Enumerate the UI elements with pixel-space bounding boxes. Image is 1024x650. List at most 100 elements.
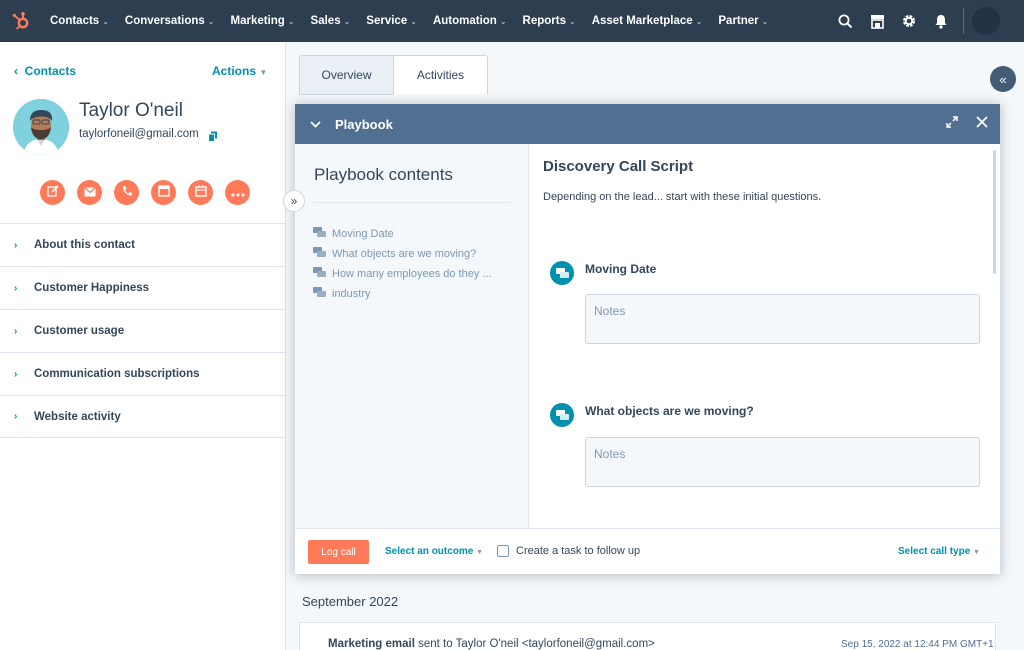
section-customer-usage[interactable]: › Customer usage bbox=[0, 309, 285, 352]
chevron-down-icon: ⌄ bbox=[102, 16, 109, 26]
marketplace-icon[interactable] bbox=[861, 0, 893, 42]
meeting-button[interactable] bbox=[188, 180, 213, 205]
search-icon[interactable] bbox=[829, 0, 861, 42]
playbook-contents-list: Moving Date What objects are we moving? … bbox=[313, 224, 492, 304]
nav-sales[interactable]: Sales ⌄ bbox=[303, 15, 359, 27]
nav-divider bbox=[963, 8, 964, 34]
question-icon bbox=[550, 403, 574, 427]
expand-icon[interactable] bbox=[946, 115, 958, 133]
chevron-right-icon: › bbox=[14, 411, 18, 422]
nav-automation[interactable]: Automation ⌄ bbox=[425, 15, 515, 27]
section-label: Website activity bbox=[34, 410, 121, 423]
contents-item-label: industry bbox=[332, 288, 371, 300]
back-to-contacts-link[interactable]: ‹ Contacts bbox=[14, 64, 76, 78]
tab-overview[interactable]: Overview bbox=[299, 55, 393, 95]
user-avatar[interactable] bbox=[972, 7, 1000, 35]
collapse-playbook-button[interactable] bbox=[295, 120, 335, 128]
chevron-down-icon bbox=[309, 120, 321, 128]
follow-up-label: Create a task to follow up bbox=[516, 545, 641, 557]
collapse-sidebar-button[interactable]: « bbox=[990, 66, 1016, 92]
question-label: What objects are we moving? bbox=[585, 404, 754, 418]
note-button[interactable] bbox=[40, 180, 65, 205]
nav-label: Contacts bbox=[50, 15, 100, 27]
activity-date: Sep 15, 2022 at 12:44 PM GMT+1 bbox=[841, 639, 994, 650]
contents-item-label: What objects are we moving? bbox=[332, 248, 477, 260]
nav-asset-marketplace[interactable]: Asset Marketplace ⌄ bbox=[584, 15, 711, 27]
contents-item[interactable]: Moving Date bbox=[313, 224, 492, 244]
chat-icon bbox=[313, 267, 326, 281]
contents-item-label: How many employees do they ... bbox=[332, 268, 492, 280]
close-icon[interactable] bbox=[976, 115, 988, 133]
nav-label: Automation bbox=[432, 15, 497, 27]
top-nav: Contacts ⌄ Conversations ⌄ Marketing ⌄ Sale… bbox=[0, 0, 1024, 42]
log-call-footer: Log call Select an outcome ▼ Create a ta… bbox=[295, 528, 1000, 574]
nav-partner[interactable]: Partner ⌄ bbox=[710, 15, 776, 27]
tab-activities[interactable]: Activities bbox=[393, 55, 488, 95]
nav-reports[interactable]: Reports ⌄ bbox=[515, 15, 584, 27]
chat-icon bbox=[313, 227, 326, 241]
caret-down-icon: ▼ bbox=[259, 68, 268, 77]
contact-name: Taylor O'neil bbox=[79, 100, 183, 121]
section-label: Communication subscriptions bbox=[34, 368, 200, 380]
question-label: Moving Date bbox=[585, 262, 657, 276]
script-scrollbar[interactable] bbox=[993, 150, 996, 274]
select-outcome-dropdown[interactable]: Select an outcome ▼ bbox=[385, 546, 483, 557]
section-communication-subscriptions[interactable]: › Communication subscriptions bbox=[0, 352, 285, 395]
more-button[interactable] bbox=[225, 180, 250, 205]
nav-service[interactable]: Service ⌄ bbox=[358, 15, 425, 27]
playbook-contents-title: Playbook contents bbox=[314, 165, 453, 184]
nav-label: Partner bbox=[718, 15, 759, 27]
task-icon bbox=[157, 184, 170, 202]
contents-item[interactable]: industry bbox=[313, 284, 492, 304]
activity-email-summary: Marketing email sent to Taylor O'neil <t… bbox=[328, 638, 655, 650]
chevron-down-icon: ⌄ bbox=[761, 16, 769, 26]
copy-icon[interactable] bbox=[208, 129, 218, 147]
caret-down-icon: ▼ bbox=[973, 549, 980, 556]
chevron-down-icon: ⌄ bbox=[499, 16, 507, 26]
caret-down-icon: ▼ bbox=[476, 549, 484, 556]
nav-label: Service bbox=[366, 15, 408, 27]
nav-conversations[interactable]: Conversations ⌄ bbox=[117, 15, 223, 27]
chevron-down-icon: ⌄ bbox=[207, 16, 215, 26]
email-icon bbox=[83, 184, 96, 202]
actions-label: Actions bbox=[212, 64, 257, 78]
chevron-down-icon: ⌄ bbox=[568, 16, 576, 26]
contents-item[interactable]: What objects are we moving? bbox=[313, 244, 492, 264]
hubspot-logo-icon[interactable] bbox=[0, 0, 42, 42]
question-icon bbox=[550, 261, 574, 285]
task-button[interactable] bbox=[151, 180, 176, 205]
script-title: Discovery Call Script bbox=[543, 158, 694, 175]
email-button[interactable] bbox=[77, 180, 102, 205]
chevron-right-icon: › bbox=[14, 239, 18, 251]
section-website-activity[interactable]: › Website activity bbox=[0, 395, 285, 438]
double-chevron-right-icon: » bbox=[290, 194, 298, 208]
call-button[interactable] bbox=[114, 180, 139, 205]
double-chevron-left-icon: « bbox=[999, 71, 1007, 87]
chevron-right-icon: › bbox=[14, 325, 18, 337]
gear-icon[interactable] bbox=[893, 0, 925, 42]
script-description: Depending on the lead... start with thes… bbox=[543, 191, 822, 203]
contents-item-label: Moving Date bbox=[332, 228, 394, 240]
nav-contacts[interactable]: Contacts ⌄ bbox=[42, 15, 117, 27]
nav-label: Marketing bbox=[230, 15, 285, 27]
bell-icon[interactable] bbox=[925, 0, 957, 42]
contact-action-row bbox=[40, 180, 250, 205]
section-customer-happiness[interactable]: › Customer Happiness bbox=[0, 266, 285, 309]
nav-marketing[interactable]: Marketing ⌄ bbox=[223, 15, 303, 27]
playbook-contents-pane: Playbook contents Moving Date What objec… bbox=[295, 144, 529, 528]
actions-dropdown[interactable]: Actions ▼ bbox=[212, 64, 267, 78]
nav-label: Reports bbox=[522, 15, 566, 27]
note-icon bbox=[46, 184, 59, 202]
select-call-type-dropdown[interactable]: Select call type ▼ bbox=[898, 546, 980, 557]
expand-contents-toggle[interactable]: » bbox=[283, 190, 305, 212]
calendar-icon bbox=[194, 184, 207, 202]
log-call-button[interactable]: Log call bbox=[308, 540, 369, 564]
playbook-header: Playbook bbox=[295, 104, 1000, 144]
chat-icon bbox=[313, 247, 326, 261]
contents-item[interactable]: How many employees do they ... bbox=[313, 264, 492, 284]
notes-input[interactable]: Notes bbox=[585, 437, 980, 487]
section-about-this-contact[interactable]: › About this contact bbox=[0, 223, 285, 266]
follow-up-checkbox[interactable] bbox=[497, 545, 509, 557]
notes-input[interactable]: Notes bbox=[585, 294, 980, 344]
contact-sidebar: ‹ Contacts Actions ▼ Taylor O'neil taylo… bbox=[0, 42, 286, 650]
